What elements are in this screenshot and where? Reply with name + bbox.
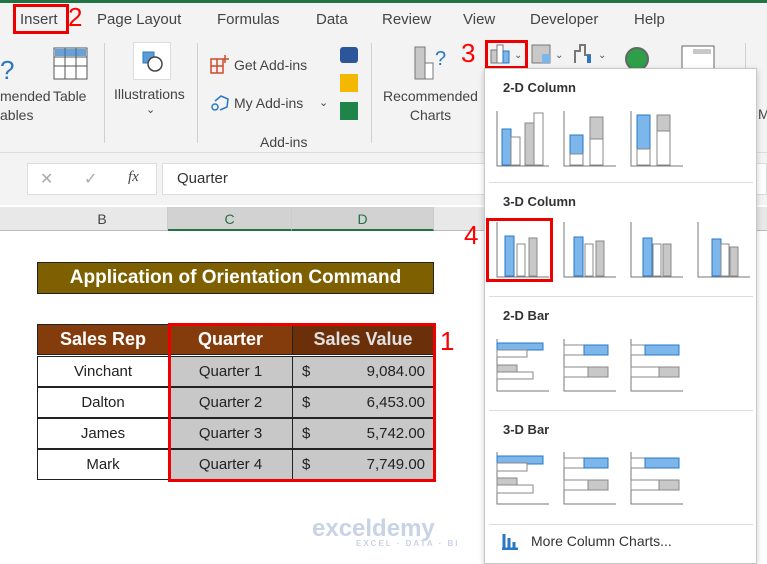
label: ables <box>0 107 34 123</box>
recommended-charts-button[interactable]: Recommended Charts <box>383 87 478 125</box>
table-icon[interactable] <box>53 47 89 81</box>
section-3d-column: 3-D Column <box>503 194 576 209</box>
column-chart-dropdown: 2-D Column 3-D Column 2-D Bar 3-D Bar Mo… <box>484 68 757 564</box>
cancel-icon[interactable]: ✕ <box>40 169 53 189</box>
label: mended <box>0 88 51 104</box>
svg-text:⌄: ⌄ <box>598 50 606 61</box>
addins-group-label: Add-ins <box>260 134 308 150</box>
3d-100-stacked-bar-option[interactable] <box>627 450 687 510</box>
3d-column-option[interactable] <box>694 220 754 280</box>
chevron-down-icon[interactable]: ⌄ <box>319 94 328 113</box>
section-3d-bar: 3-D Bar <box>503 422 550 437</box>
recommended-pivottables-button[interactable]: mended ables <box>0 87 51 125</box>
tab-data[interactable]: Data <box>316 11 348 28</box>
step-3-label: 3 <box>461 38 476 68</box>
highlight-selection <box>168 323 436 482</box>
100-stacked-bar-option[interactable] <box>627 337 687 397</box>
my-addins-button[interactable]: My Add-ins <box>234 94 303 113</box>
pivot-table-icon: ? <box>0 55 14 83</box>
recommended-charts-icon[interactable]: ? <box>412 45 452 81</box>
stacked-bar-option[interactable] <box>560 337 620 397</box>
step-4-label: 4 <box>464 220 479 250</box>
column-chart-icon <box>502 534 518 550</box>
step-1-label: 1 <box>440 326 455 356</box>
column-header-b[interactable]: B <box>37 207 168 231</box>
partial-label: M <box>758 106 767 122</box>
hierarchy-chart-icon[interactable]: ⌄ <box>530 43 566 65</box>
section-2d-column: 2-D Column <box>503 80 576 95</box>
highlight-insert <box>13 4 69 34</box>
highlight-column-chart-button <box>485 40 528 69</box>
clustered-bar-option[interactable] <box>493 337 553 397</box>
label: Charts <box>409 107 452 123</box>
svg-text:?: ? <box>0 55 14 83</box>
sheet-title: Application of Orientation Command <box>37 262 434 294</box>
insert-function-icon[interactable]: fx <box>128 169 139 186</box>
formula-controls: ✕ ✓ fx <box>27 163 157 195</box>
svg-text:⌄: ⌄ <box>555 50 563 61</box>
column-header-c[interactable]: C <box>168 207 292 231</box>
illustrations-icon[interactable] <box>133 42 171 80</box>
tab-page-layout[interactable]: Page Layout <box>97 11 181 28</box>
tab-view[interactable]: View <box>463 11 495 28</box>
step-2-label: 2 <box>68 2 83 32</box>
ribbon-tabs: Insert Page Layout Formulas Data Review … <box>0 3 767 37</box>
highlight-3d-clustered-column <box>486 218 553 282</box>
3d-clustered-bar-option[interactable] <box>493 450 553 510</box>
cell-sales-rep[interactable]: Vinchant <box>37 356 169 387</box>
table-label[interactable]: Table <box>53 87 86 106</box>
label: Recommended <box>383 88 478 104</box>
waterfall-chart-icon[interactable]: ⌄ <box>573 43 609 65</box>
get-addins-icon <box>210 55 229 74</box>
3d-stacked-column-option[interactable] <box>560 220 620 280</box>
get-addins-button[interactable]: Get Add-ins <box>234 56 307 75</box>
bing-maps-icon[interactable] <box>340 74 358 92</box>
visio-icon[interactable] <box>340 47 358 63</box>
header-sales-rep[interactable]: Sales Rep <box>37 324 169 355</box>
more-column-charts-link[interactable]: More Column Charts... <box>531 533 672 549</box>
cell-sales-rep[interactable]: Dalton <box>37 387 169 418</box>
my-addins-icon <box>211 95 229 111</box>
cell-sales-rep[interactable]: Mark <box>37 449 169 480</box>
tab-formulas[interactable]: Formulas <box>217 11 280 28</box>
100-stacked-column-option[interactable] <box>627 109 687 169</box>
watermark: exceldemy EXCEL · DATA · BI <box>312 515 459 548</box>
tab-developer[interactable]: Developer <box>530 11 598 28</box>
cell-sales-rep[interactable]: James <box>37 418 169 449</box>
clustered-column-option[interactable] <box>493 109 553 169</box>
3d-stacked-bar-option[interactable] <box>560 450 620 510</box>
stacked-column-option[interactable] <box>560 109 620 169</box>
watermark-tag: EXCEL · DATA · BI <box>356 539 460 548</box>
enter-icon[interactable]: ✓ <box>84 169 97 189</box>
people-graph-icon[interactable] <box>340 102 358 120</box>
tab-help[interactable]: Help <box>634 11 665 28</box>
chevron-down-icon[interactable]: ⌄ <box>146 101 155 120</box>
tab-review[interactable]: Review <box>382 11 431 28</box>
svg-text:?: ? <box>435 48 446 70</box>
3d-100-stacked-column-option[interactable] <box>627 220 687 280</box>
watermark-text: exceldemy <box>312 515 435 542</box>
section-2d-bar: 2-D Bar <box>503 308 550 323</box>
column-header-d[interactable]: D <box>292 207 434 231</box>
